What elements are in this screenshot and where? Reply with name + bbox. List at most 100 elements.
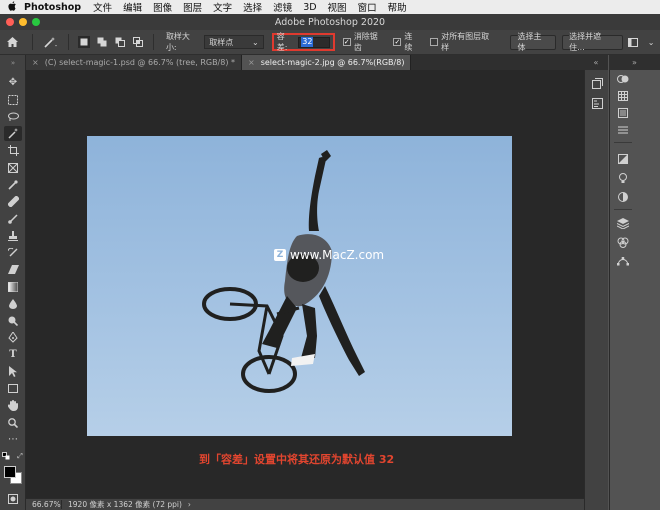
patterns-panel-icon[interactable] [615,123,631,137]
lasso-tool-icon[interactable] [4,109,22,124]
antialias-label: 消除锯齿 [353,32,378,52]
tools-panel: » ✥ T ⋯ ⤢ [0,55,26,510]
bmx-rider-image [202,150,365,393]
channels-panel-icon[interactable] [615,235,631,249]
close-window-icon[interactable] [6,18,14,26]
tab-label: (C) select-magic-1.psd @ 66.7% (tree, RG… [44,58,236,67]
frame-tool-icon[interactable] [4,160,22,175]
chevron-down-icon: ⌄ [252,37,259,47]
add-to-selection-icon[interactable] [96,36,108,48]
divider [68,34,70,50]
zoom-tool-icon[interactable] [4,415,22,430]
brush-tool-icon[interactable] [4,211,22,226]
home-icon[interactable] [0,34,26,50]
swatches-panel-icon[interactable] [615,89,631,103]
menu-layer[interactable]: 图层 [183,0,202,14]
close-icon[interactable]: × [32,58,39,67]
tutorial-caption: 到「容差」设置中将其还原为默认值 32 [199,453,395,466]
tolerance-input[interactable]: 32 [298,36,330,48]
menu-view[interactable]: 视图 [328,0,347,14]
rectangle-tool-icon[interactable] [4,381,22,396]
eyedropper-tool-icon[interactable] [4,177,22,192]
default-colors-icon[interactable] [2,452,10,460]
more-tools-icon[interactable]: ⋯ [4,432,22,447]
clone-stamp-tool-icon[interactable] [4,228,22,243]
pen-tool-icon[interactable] [4,330,22,345]
styles-panel-icon[interactable] [615,190,631,204]
gradient-tool-icon[interactable] [4,279,22,294]
close-icon[interactable]: × [248,58,255,67]
paths-panel-icon[interactable] [615,254,631,268]
history-panel-icon[interactable] [589,76,605,90]
sample-size-value: 取样点 [209,37,234,47]
magic-wand-preset-icon[interactable] [39,34,63,50]
subtract-from-selection-icon[interactable] [114,36,126,48]
checkmark-icon: ✓ [393,38,402,46]
path-selection-tool-icon[interactable] [4,364,22,379]
menu-type[interactable]: 文字 [213,0,232,14]
menu-help[interactable]: 帮助 [388,0,407,14]
color-panel-icon[interactable] [615,72,631,86]
contiguous-checkbox[interactable]: ✓ 连续 [393,31,420,53]
blur-tool-icon[interactable] [4,296,22,311]
menu-edit[interactable]: 编辑 [123,0,142,14]
select-and-mask-button[interactable]: 选择并遮住... [562,32,624,52]
zoom-level[interactable]: 66.67% [26,500,62,509]
move-tool-icon[interactable]: ✥ [4,75,22,90]
sample-size-label: 取样大小: [165,32,190,52]
window-controls [6,18,40,26]
antialias-checkbox[interactable]: ✓ 消除锯齿 [342,31,386,53]
adjustments-panel-icon[interactable] [615,152,631,166]
healing-brush-tool-icon[interactable] [4,194,22,209]
marquee-tool-icon[interactable] [4,92,22,107]
intersect-selection-icon[interactable] [132,36,144,48]
minimize-window-icon[interactable] [19,18,27,26]
menu-3d[interactable]: 3D [303,2,316,13]
zoom-window-icon[interactable] [32,18,40,26]
window-title-bar: Adobe Photoshop 2020 [0,14,660,30]
menu-image[interactable]: 图像 [153,0,172,14]
contiguous-label: 连续 [404,32,413,52]
foreground-color-swatch[interactable] [4,466,16,478]
history-brush-tool-icon[interactable] [4,245,22,260]
sample-all-layers-label: 对所有图层取样 [441,32,490,52]
crop-tool-icon[interactable] [4,143,22,158]
collapse-panel-icon[interactable]: » [4,55,22,70]
type-tool-icon[interactable]: T [4,347,22,362]
quick-mask-icon[interactable] [4,491,22,506]
dodge-tool-icon[interactable] [4,313,22,328]
magic-wand-tool-icon[interactable] [4,126,22,141]
select-subject-button[interactable]: 选择主体 [510,32,557,52]
sample-size-select[interactable]: 取样点 ⌄ [204,35,264,49]
status-bar: 66.67% 1920 像素 x 1362 像素 (72 ppi) › [26,498,584,510]
gradients-panel-icon[interactable] [615,106,631,120]
divider [614,209,632,210]
new-selection-icon[interactable] [78,36,91,48]
hand-tool-icon[interactable] [4,398,22,413]
menu-file[interactable]: 文件 [93,0,112,14]
tab-select-magic-2[interactable]: × select-magic-2.jpg @ 66.7%(RGB/8) [242,55,412,70]
panel-expand-icon[interactable]: » [609,55,660,70]
layers-panel-icon[interactable] [615,216,631,230]
tab-select-magic-1[interactable]: × (C) select-magic-1.psd @ 66.7% (tree, … [26,55,243,70]
menu-app-name[interactable]: Photoshop [24,2,81,13]
panel-collapse-icon[interactable]: « [584,55,608,70]
eraser-tool-icon[interactable] [4,262,22,277]
chevron-right-icon[interactable]: › [188,500,191,509]
swap-colors-icon[interactable]: ⤢ [16,452,24,460]
watermark-logo: Z [274,249,286,261]
divider [31,34,33,50]
canvas-area[interactable]: Z www.MacZ.com 到「容差」设置中将其还原为默认值 32 [26,70,584,498]
unchecked-box-icon [430,38,439,46]
panel-layout-icon[interactable] [627,36,639,48]
tolerance-label: 容差: [276,32,288,52]
menu-window[interactable]: 窗口 [358,0,377,14]
document-image[interactable]: Z www.MacZ.com [87,136,512,436]
libraries-panel-icon[interactable] [615,171,631,185]
menu-filter[interactable]: 滤镜 [273,0,292,14]
chevron-down-icon[interactable]: ⌄ [645,36,657,48]
properties-panel-icon[interactable] [589,96,605,110]
apple-icon[interactable] [0,0,24,14]
menu-select[interactable]: 选择 [243,0,262,14]
sample-all-layers-checkbox[interactable]: 对所有图层取样 [430,31,496,53]
